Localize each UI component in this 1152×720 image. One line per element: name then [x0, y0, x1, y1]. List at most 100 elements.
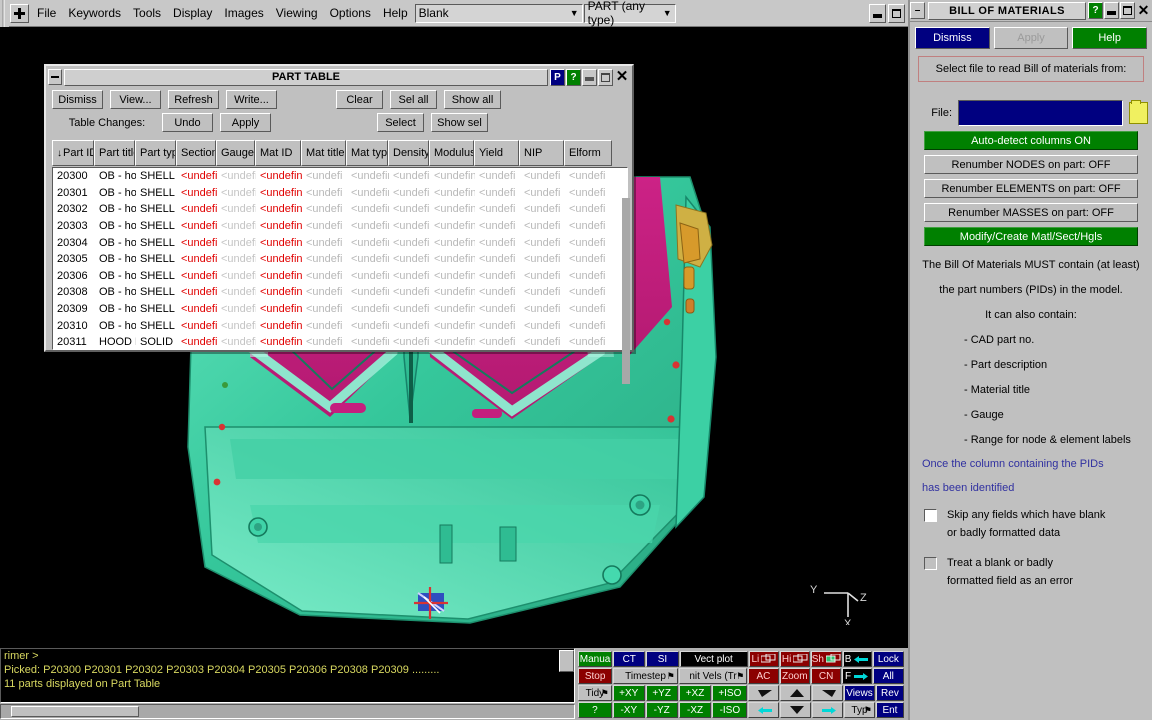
- cell-part-type[interactable]: SHELL: [136, 237, 177, 249]
- part-table-maximize-button[interactable]: [598, 68, 613, 86]
- cell-part-title[interactable]: HOOD L: [95, 336, 136, 348]
- cell-gauge[interactable]: <undefi: [217, 320, 256, 332]
- dismiss-button[interactable]: Dismiss: [52, 90, 103, 109]
- cell-mat-type[interactable]: <undefin: [347, 303, 389, 315]
- menu-help[interactable]: Help: [377, 1, 414, 26]
- cell-yield[interactable]: <undefi: [475, 320, 520, 332]
- tool-button-rev[interactable]: Rev: [875, 685, 904, 701]
- part-table-window[interactable]: PART TABLE P ? ✕ Dismiss View... Refresh…: [44, 64, 634, 384]
- cell-mat-title[interactable]: <undefi: [302, 320, 347, 332]
- column-header-gauge[interactable]: Gauge: [216, 140, 255, 166]
- cell-section[interactable]: <undefi: [177, 303, 217, 315]
- cell-mat-id[interactable]: <undefin: [256, 220, 302, 232]
- tool-button-typ[interactable]: Typ ⚑: [844, 702, 875, 718]
- cell-elform[interactable]: <undefi: [565, 286, 613, 298]
- tool-button-nit-vels-tr[interactable]: nit Vels (Tr ⚑: [678, 668, 748, 684]
- cell-mat-id[interactable]: <undefin: [256, 270, 302, 282]
- menubar-grip[interactable]: [0, 0, 9, 27]
- cell-yield[interactable]: <undefi: [475, 253, 520, 265]
- tool-button-iso[interactable]: +ISO: [712, 685, 748, 701]
- cell-elform[interactable]: <undefi: [565, 303, 613, 315]
- cell-mat-id[interactable]: <undefin: [256, 170, 302, 182]
- cell-part-id[interactable]: 20304: [53, 237, 95, 249]
- cell-density[interactable]: <undefin: [389, 253, 430, 265]
- cell-section[interactable]: <undefi: [177, 253, 217, 265]
- table-row[interactable]: 20300 OB - ho SHELL <undefi <undefi <undefin <…: [53, 168, 627, 185]
- tool-button-zoom[interactable]: Zoom: [779, 668, 810, 684]
- apply-button[interactable]: Apply: [220, 113, 271, 132]
- column-header-yield[interactable]: Yield: [474, 140, 519, 166]
- menu-options[interactable]: Options: [324, 1, 377, 26]
- cell-mat-id[interactable]: <undefin: [256, 286, 302, 298]
- cell-mat-id[interactable]: <undefin: [256, 303, 302, 315]
- column-header-elform[interactable]: Elform: [564, 140, 612, 166]
- tool-button-manua[interactable]: Manua: [578, 651, 613, 667]
- cell-section[interactable]: <undefi: [177, 187, 217, 199]
- menu-display[interactable]: Display: [167, 1, 218, 26]
- cell-part-id[interactable]: 20303: [53, 220, 95, 232]
- tool-button-all[interactable]: All: [872, 668, 905, 684]
- folder-icon[interactable]: [1129, 100, 1148, 124]
- cell-section[interactable]: <undefi: [177, 220, 217, 232]
- cell-nip[interactable]: <undefi: [520, 253, 565, 265]
- cell-modulus[interactable]: <undefin: [430, 320, 475, 332]
- tool-button-ct[interactable]: CT: [613, 651, 646, 667]
- menu-viewing[interactable]: Viewing: [270, 1, 324, 26]
- tool-button-iso[interactable]: -ISO: [712, 702, 748, 718]
- renumber-masses-button[interactable]: Renumber MASSES on part: OFF: [924, 203, 1138, 222]
- cell-mat-title[interactable]: <undefi: [302, 286, 347, 298]
- cell-elform[interactable]: <undefi: [565, 170, 613, 182]
- table-row[interactable]: 20303 OB - ho SHELL <undefi <undefi <undefin <…: [53, 218, 627, 235]
- entity-type-dropdown[interactable]: PART (any type) ▼: [583, 0, 676, 27]
- cell-yield[interactable]: <undefi: [475, 286, 520, 298]
- cell-mat-type[interactable]: <undefin: [347, 237, 389, 249]
- cell-part-type[interactable]: SHELL: [136, 270, 177, 282]
- tool-button-arrow-right-icon[interactable]: [812, 702, 844, 718]
- cell-part-title[interactable]: OB - ho: [95, 320, 136, 332]
- tool-button-xy[interactable]: +XY: [612, 685, 645, 701]
- cell-gauge[interactable]: <undefi: [217, 286, 256, 298]
- column-header-part-id[interactable]: ↓ Part ID: [52, 140, 94, 166]
- cell-section[interactable]: <undefi: [177, 320, 217, 332]
- column-header-part-typ[interactable]: Part typ: [135, 140, 176, 166]
- cell-part-id[interactable]: 20305: [53, 253, 95, 265]
- bom-minimize-button[interactable]: [1104, 2, 1119, 19]
- cell-nip[interactable]: <undefi: [520, 237, 565, 249]
- cell-nip[interactable]: <undefi: [520, 286, 565, 298]
- bom-close-button[interactable]: ✕: [1136, 2, 1151, 19]
- cell-mat-type[interactable]: <undefin: [347, 286, 389, 298]
- cell-elform[interactable]: <undefi: [565, 237, 613, 249]
- cell-nip[interactable]: <undefi: [520, 170, 565, 182]
- cell-mat-title[interactable]: <undefi: [302, 270, 347, 282]
- cell-part-type[interactable]: SHELL: [136, 187, 177, 199]
- cell-nip[interactable]: <undefi: [520, 320, 565, 332]
- menu-keywords[interactable]: Keywords: [62, 1, 127, 26]
- cell-elform[interactable]: <undefi: [565, 187, 613, 199]
- cell-mat-type[interactable]: <undefin: [347, 253, 389, 265]
- menu-images[interactable]: Images: [218, 1, 269, 26]
- cell-part-type[interactable]: SHELL: [136, 320, 177, 332]
- cell-part-title[interactable]: OB - ho: [95, 253, 136, 265]
- cell-part-type[interactable]: SOLID: [136, 336, 177, 348]
- renumber-elements-button[interactable]: Renumber ELEMENTS on part: OFF: [924, 179, 1138, 198]
- view-button[interactable]: View...: [110, 90, 161, 109]
- tool-button-vect-plot[interactable]: Vect plot: [679, 651, 748, 667]
- tool-button-sh[interactable]: Sh: [811, 651, 842, 667]
- cell-mat-title[interactable]: <undefi: [302, 253, 347, 265]
- tool-button-views[interactable]: Views: [844, 685, 875, 701]
- blank-mode-dropdown[interactable]: Blank ▼: [414, 3, 583, 23]
- cell-gauge[interactable]: <undefi: [217, 170, 256, 182]
- cell-modulus[interactable]: <undefin: [430, 203, 475, 215]
- cell-mat-id[interactable]: <undefin: [256, 187, 302, 199]
- cell-nip[interactable]: <undefi: [520, 303, 565, 315]
- table-row[interactable]: 20308 OB - ho SHELL <undefi <undefi <undefin <…: [53, 284, 627, 301]
- cell-mat-title[interactable]: <undefi: [302, 336, 347, 348]
- cell-part-type[interactable]: SHELL: [136, 253, 177, 265]
- cell-mat-id[interactable]: <undefin: [256, 237, 302, 249]
- cell-nip[interactable]: <undefi: [520, 336, 565, 348]
- menu-file[interactable]: File: [31, 1, 62, 26]
- cell-modulus[interactable]: <undefin: [430, 187, 475, 199]
- cell-part-id[interactable]: 20309: [53, 303, 95, 315]
- cell-part-id[interactable]: 20308: [53, 286, 95, 298]
- cell-mat-title[interactable]: <undefi: [302, 237, 347, 249]
